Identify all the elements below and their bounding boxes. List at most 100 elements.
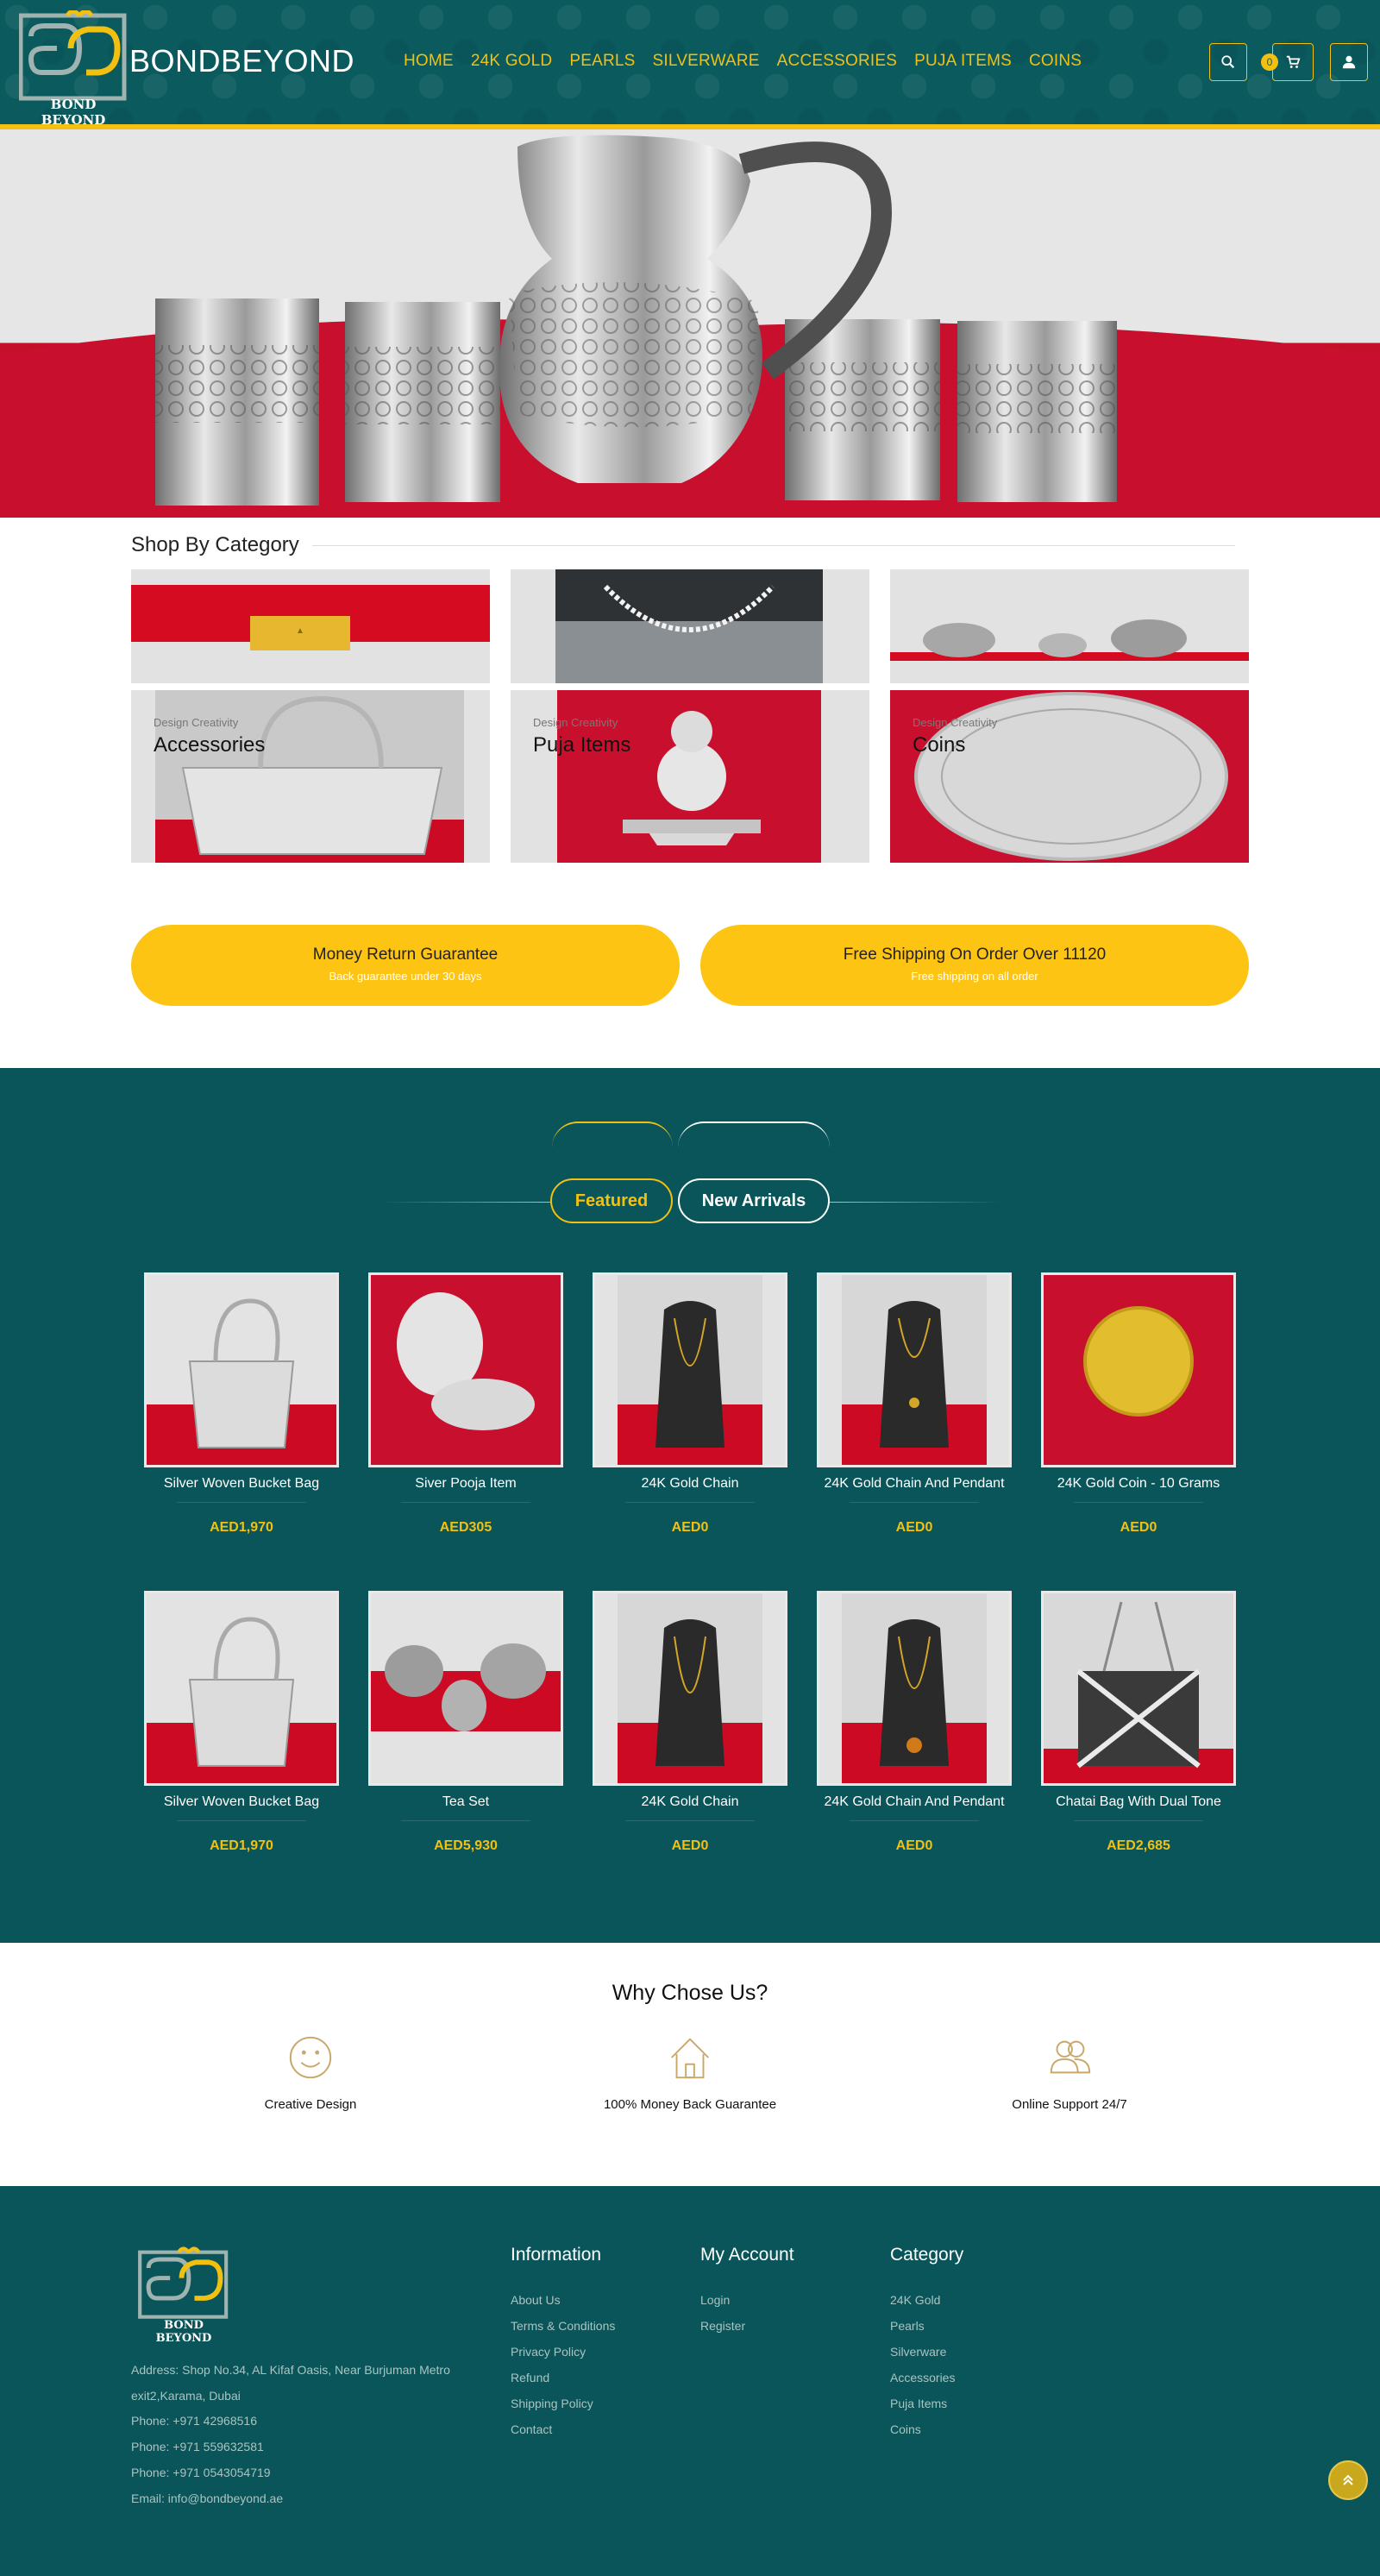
benefit-subtitle: Free shipping on all order <box>911 970 1038 983</box>
category-card-puja-items[interactable]: Design Creativity Puja Items <box>511 690 869 863</box>
product-price: AED0 <box>671 1520 709 1535</box>
product-name[interactable]: 24K Gold Coin - 10 Grams <box>1026 1476 1251 1492</box>
cart-button[interactable] <box>1272 43 1314 81</box>
product-name[interactable]: Tea Set <box>354 1794 578 1810</box>
product-divider <box>177 1820 306 1821</box>
footer-email[interactable]: Email: info@bondbeyond.ae <box>131 2491 283 2505</box>
user-icon <box>1342 55 1356 69</box>
product-name[interactable]: Silver Woven Bucket Bag <box>129 1476 354 1492</box>
footer-logo-text: BOND BEYOND <box>155 2319 212 2345</box>
category-card-accessories[interactable]: Design Creativity Accessories <box>131 690 490 863</box>
product-name[interactable]: 24K Gold Chain And Pendant <box>802 1476 1026 1492</box>
why-item-label: Online Support 24/7 <box>1012 2097 1127 2112</box>
pearl-necklace-image <box>555 569 823 683</box>
product-price: AED1,970 <box>210 1838 273 1853</box>
category-card-24k-gold[interactable]: ▲ <box>131 569 490 683</box>
hero-silverware-image <box>0 135 1380 518</box>
product-divider <box>1074 1502 1203 1503</box>
footer-phone[interactable]: Phone: +971 0543054719 <box>131 2466 271 2479</box>
nav-pearls[interactable]: PEARLS <box>569 52 635 71</box>
footer-link-contact[interactable]: Contact <box>511 2422 552 2436</box>
category-card-coins[interactable]: Design Creativity Coins <box>890 690 1249 863</box>
footer-address: Address: Shop No.34, AL Kifaf Oasis, Nea… <box>131 2363 450 2403</box>
footer-link-pearls[interactable]: Pearls <box>890 2319 925 2333</box>
why-item-support: Online Support 24/7 <box>940 2033 1199 2112</box>
section-divider <box>312 545 1235 546</box>
nav-24k-gold[interactable]: 24K GOLD <box>471 52 553 71</box>
double-chevron-up-icon <box>1343 2474 1353 2485</box>
account-button[interactable] <box>1330 43 1368 81</box>
svg-text:▲: ▲ <box>296 626 304 636</box>
smile-icon <box>289 2036 332 2079</box>
product-divider <box>177 1502 306 1503</box>
gold-chain-image <box>618 1275 762 1465</box>
product-image[interactable] <box>368 1591 563 1786</box>
footer-link-shipping[interactable]: Shipping Policy <box>511 2397 593 2410</box>
bucket-bag-image <box>147 1617 336 1783</box>
footer-link-coins[interactable]: Coins <box>890 2422 921 2436</box>
footer-link-silverware[interactable]: Silverware <box>890 2345 946 2359</box>
product-name[interactable]: 24K Gold Chain <box>578 1476 802 1492</box>
footer-phone[interactable]: Phone: +971 42968516 <box>131 2414 257 2428</box>
main-nav: HOME 24K GOLD PEARLS SILVERWARE ACCESSOR… <box>404 52 1099 71</box>
why-item-label: 100% Money Back Guarantee <box>603 2097 777 2112</box>
nav-puja-items[interactable]: PUJA ITEMS <box>914 52 1012 71</box>
product-image[interactable] <box>593 1591 787 1786</box>
nav-home[interactable]: HOME <box>404 52 454 71</box>
footer-link-register[interactable]: Register <box>700 2319 745 2333</box>
nav-accessories[interactable]: ACCESSORIES <box>777 52 897 71</box>
benefit-title: Money Return Guarantee <box>312 946 499 964</box>
brand-name[interactable]: BONDBEYOND <box>129 43 354 79</box>
product-name[interactable]: 24K Gold Chain And Pendant <box>802 1794 1026 1810</box>
product-image[interactable] <box>1041 1272 1236 1467</box>
category-subtitle: Design Creativity <box>533 716 618 729</box>
product-price: AED5,930 <box>434 1838 498 1853</box>
product-price: AED0 <box>1120 1520 1157 1535</box>
product-divider <box>625 1820 755 1821</box>
product-image[interactable] <box>593 1272 787 1467</box>
product-image[interactable] <box>1041 1591 1236 1786</box>
footer-link-login[interactable]: Login <box>700 2293 730 2307</box>
product-price: AED0 <box>671 1838 709 1853</box>
product-name[interactable]: Siver Pooja Item <box>354 1476 578 1492</box>
tab-featured[interactable]: Featured <box>550 1178 673 1223</box>
footer-link-about[interactable]: About Us <box>511 2293 561 2307</box>
product-image[interactable] <box>817 1272 1012 1467</box>
footer-information-heading: Information <box>511 2245 602 2265</box>
product-image[interactable] <box>144 1272 339 1467</box>
chatai-bag-image <box>1044 1593 1233 1783</box>
scroll-to-top-button[interactable] <box>1328 2460 1368 2500</box>
benefit-title: Free Shipping On Order Over 11120 <box>843 946 1107 964</box>
category-name: Accessories <box>154 733 266 757</box>
footer-phone[interactable]: Phone: +971 559632581 <box>131 2440 264 2453</box>
product-name[interactable]: Chatai Bag With Dual Tone <box>1026 1794 1251 1810</box>
category-card-pearls[interactable] <box>511 569 869 683</box>
product-image[interactable] <box>144 1591 339 1786</box>
nav-coins[interactable]: COINS <box>1029 52 1082 71</box>
why-choose-title: Why Chose Us? <box>612 1981 768 2005</box>
category-subtitle: Design Creativity <box>913 716 998 729</box>
product-price: AED2,685 <box>1107 1838 1170 1853</box>
product-name[interactable]: Silver Woven Bucket Bag <box>129 1794 354 1810</box>
tab-new-arrivals[interactable]: New Arrivals <box>678 1178 830 1223</box>
footer-link-accessories[interactable]: Accessories <box>890 2371 955 2384</box>
product-name[interactable]: 24K Gold Chain <box>578 1794 802 1810</box>
product-divider <box>625 1502 755 1503</box>
footer-link-terms[interactable]: Terms & Conditions <box>511 2319 615 2333</box>
hero-banner[interactable] <box>0 129 1380 518</box>
category-card-silverware[interactable] <box>890 569 1249 683</box>
product-image[interactable] <box>368 1272 563 1467</box>
footer-link-privacy[interactable]: Privacy Policy <box>511 2345 586 2359</box>
product-price: AED0 <box>895 1520 933 1535</box>
gold-pendant-image <box>842 1275 987 1465</box>
product-image[interactable] <box>817 1591 1012 1786</box>
pooja-item-image <box>371 1275 561 1465</box>
nav-silverware[interactable]: SILVERWARE <box>653 52 760 71</box>
shop-by-category-title: Shop By Category <box>131 533 299 556</box>
footer-link-24k-gold[interactable]: 24K Gold <box>890 2293 940 2307</box>
footer-link-refund[interactable]: Refund <box>511 2371 549 2384</box>
bucket-bag-image <box>147 1298 336 1465</box>
footer-link-puja-items[interactable]: Puja Items <box>890 2397 947 2410</box>
search-button[interactable] <box>1209 43 1247 81</box>
product-divider <box>401 1502 530 1503</box>
